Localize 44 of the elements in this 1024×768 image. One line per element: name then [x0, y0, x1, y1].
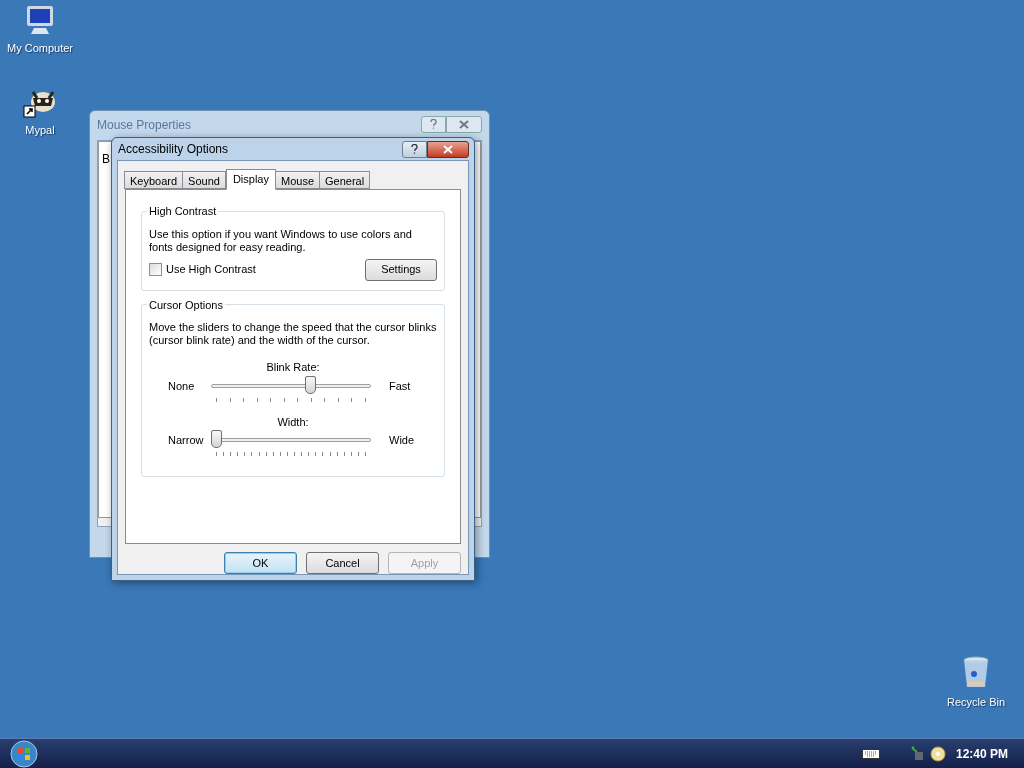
group-title: Cursor Options	[148, 297, 224, 313]
close-button[interactable]	[427, 140, 469, 158]
slider-min-label: Narrow	[167, 433, 205, 448]
tab[interactable]: Mouse	[275, 171, 320, 189]
help-button[interactable]	[402, 140, 427, 158]
group-title: High Contrast	[148, 204, 218, 219]
tab[interactable]: Display	[225, 169, 276, 190]
close-icon	[459, 119, 469, 129]
disc-icon[interactable]	[929, 745, 946, 762]
settings-button[interactable]: Settings	[365, 258, 437, 281]
dialog-button[interactable]: OK	[224, 552, 297, 574]
slider-thumb[interactable]	[211, 430, 222, 448]
computer-icon	[24, 4, 56, 36]
trash-bin-icon	[962, 656, 990, 690]
slider-max-label: Fast	[388, 378, 411, 394]
tab[interactable]: Sound	[182, 171, 226, 189]
tab[interactable]: General	[319, 171, 371, 189]
slider-max-label: Wide	[388, 433, 415, 448]
keyboard-icon[interactable]	[861, 748, 880, 759]
help-button[interactable]	[421, 115, 446, 133]
dialog-button[interactable]: Cancel	[306, 552, 379, 574]
window-title: Accessibility Options	[117, 141, 230, 158]
tab[interactable]: Keyboard	[124, 171, 184, 189]
help-icon	[411, 144, 418, 154]
group-description: Move the sliders to change the speed that the cursor blinks (cursor blink rate) and the width of the cursor.	[149, 321, 437, 347]
slider-label: Width:	[277, 414, 309, 430]
window-content-text: B	[102, 152, 110, 166]
slider-label: Blink Rate:	[266, 360, 320, 375]
network-icon[interactable]	[909, 745, 926, 762]
close-icon	[443, 144, 453, 154]
clock[interactable]: 12:40 PM	[955, 744, 1008, 763]
slider-track[interactable]	[211, 430, 371, 450]
checkbox-label[interactable]: Use High Contrast	[166, 261, 256, 278]
checkbox[interactable]	[149, 263, 162, 276]
group-description: Use this option if you want Windows to use colors and fonts designed for easy reading.	[149, 227, 413, 254]
slider-track[interactable]	[211, 375, 371, 396]
desktop-icon-label[interactable]: My Computer	[7, 40, 73, 57]
slider-min-label: None	[167, 378, 196, 394]
desktop-icon-label[interactable]: Mypal	[25, 122, 55, 139]
slider-thumb[interactable]	[304, 375, 316, 394]
start-orb-icon[interactable]	[10, 739, 38, 768]
window-title: Mouse Properties	[97, 117, 193, 134]
help-icon	[430, 119, 437, 129]
desktop-icon-label[interactable]: Recycle Bin	[946, 694, 1006, 711]
